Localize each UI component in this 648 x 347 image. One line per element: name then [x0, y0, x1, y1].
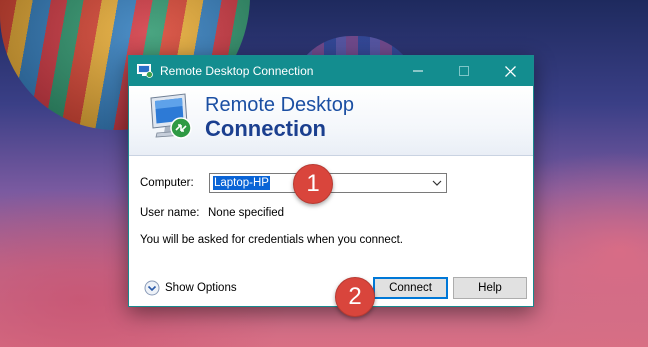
maximize-button[interactable] [441, 56, 487, 86]
header-title-line1: Remote Desktop [205, 94, 354, 116]
expand-options-icon[interactable] [144, 280, 160, 296]
username-label: User name: [140, 207, 200, 219]
computer-input[interactable]: Laptop-HP [213, 176, 270, 190]
window-title: Remote Desktop Connection [160, 64, 314, 78]
minimize-icon [413, 70, 423, 72]
username-value: None specified [208, 207, 285, 219]
step-marker-1: 1 [293, 164, 333, 204]
header-divider [129, 155, 533, 156]
remote-desktop-app-icon [137, 64, 153, 78]
close-icon [504, 65, 516, 77]
title-bar[interactable]: Remote Desktop Connection [129, 56, 533, 86]
connect-button[interactable]: Connect [373, 277, 448, 299]
header-title-line2: Connection [205, 116, 326, 141]
desktop-background: Remote Desktop Connection Remote Desktop… [0, 0, 648, 347]
credentials-info-text: You will be asked for credentials when y… [140, 234, 403, 246]
help-button[interactable]: Help [453, 277, 527, 299]
maximize-icon [459, 66, 469, 76]
remote-desktop-monitor-icon [150, 93, 192, 139]
computer-label: Computer: [140, 177, 194, 189]
step-marker-2: 2 [335, 277, 375, 317]
minimize-button[interactable] [395, 56, 441, 86]
show-options-link[interactable]: Show Options [165, 282, 237, 294]
chevron-down-icon[interactable] [431, 177, 443, 189]
close-button[interactable] [487, 56, 533, 86]
